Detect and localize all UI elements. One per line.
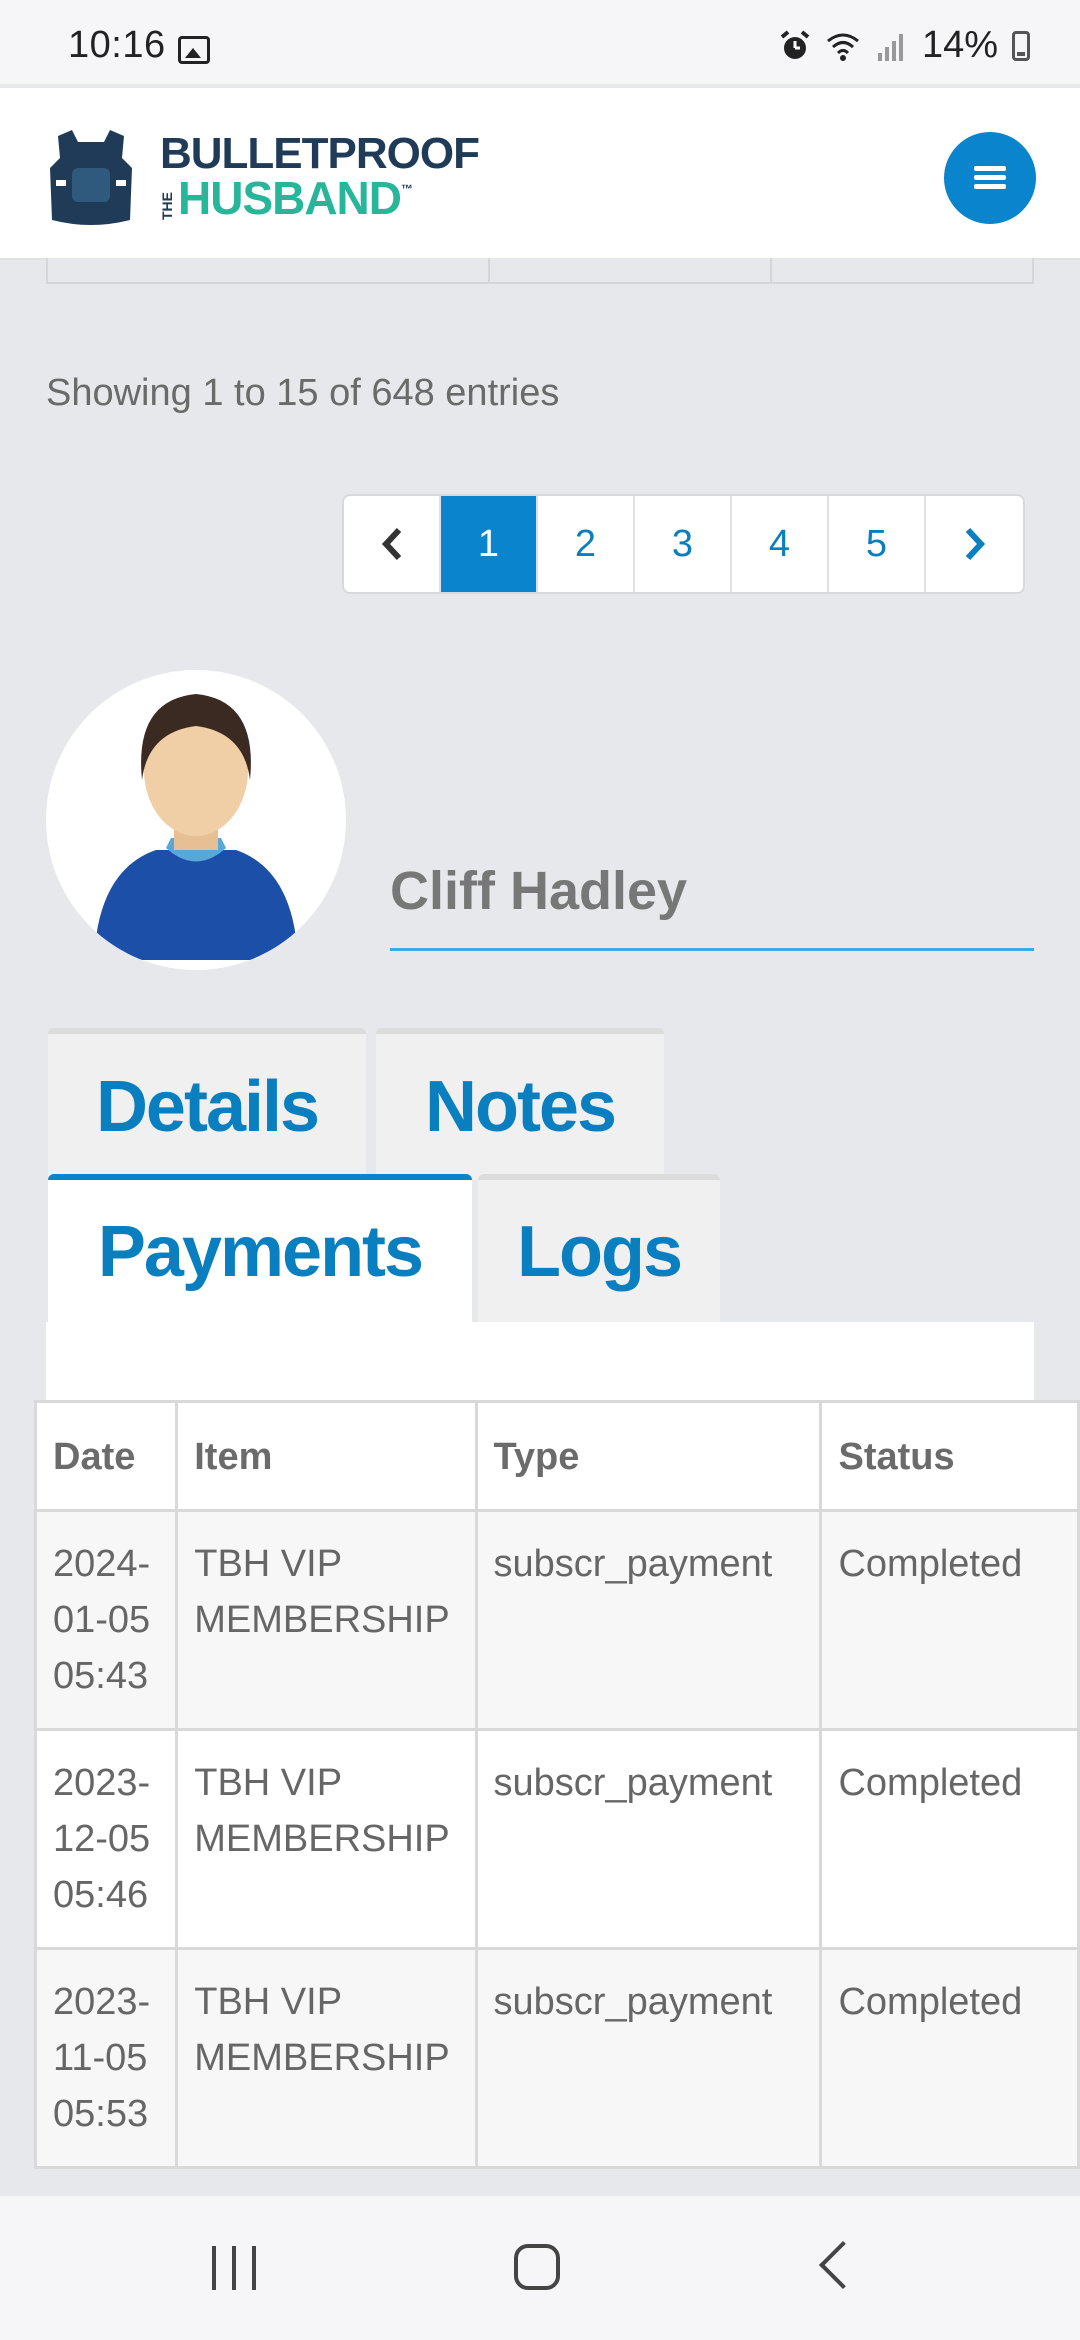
page-button-2[interactable]: 2 — [538, 496, 635, 592]
system-nav-bar — [0, 2196, 1080, 2340]
signal-icon — [877, 33, 903, 61]
status-icons: 14% — [778, 24, 1030, 67]
tab-logs[interactable]: Logs — [478, 1174, 720, 1324]
status-bar: 10:16 14% — [0, 0, 1080, 84]
page-button-5[interactable]: 5 — [829, 496, 926, 592]
cell-date: 2023- 11-05 05:53 — [33, 1947, 179, 2169]
avatar — [46, 670, 346, 970]
battery-percent: 14% — [921, 24, 998, 66]
site-header: BULLETPROOF THE HUSBAND ™ — [0, 88, 1080, 258]
cell-item: TBH VIP MEMBERSHIP — [175, 1509, 478, 1731]
previous-table-bottom-edge — [46, 258, 1034, 284]
payments-table: Date Item Type Status 2024- 01-05 05:43 … — [33, 1400, 1080, 2169]
cell-status: Completed — [819, 1728, 1080, 1950]
next-page-button[interactable] — [926, 496, 1023, 592]
column-header-status[interactable]: Status — [819, 1400, 1080, 1512]
entries-summary: Showing 1 to 15 of 648 entries — [46, 372, 560, 414]
menu-button[interactable] — [944, 132, 1036, 224]
pagination: 1 2 3 4 5 — [342, 494, 1025, 594]
page-button-4[interactable]: 4 — [732, 496, 829, 592]
hamburger-icon — [974, 166, 1006, 190]
gallery-notification-icon — [178, 36, 210, 64]
status-time: 10:16 — [68, 24, 166, 66]
column-header-date[interactable]: Date — [33, 1400, 179, 1512]
cell-type: subscr_payment — [474, 1509, 823, 1731]
tab-panel-top — [46, 1322, 1034, 1402]
logo-trademark: ™ — [401, 182, 413, 196]
name-underline — [390, 948, 1034, 951]
chevron-left-icon — [381, 527, 401, 561]
cell-status: Completed — [819, 1509, 1080, 1731]
cell-item: TBH VIP MEMBERSHIP — [175, 1728, 478, 1950]
cell-status: Completed — [819, 1947, 1080, 2169]
cell-date: 2023- 12-05 05:46 — [33, 1728, 179, 1950]
cell-item: TBH VIP MEMBERSHIP — [175, 1947, 478, 2169]
table-header-row: Date Item Type Status — [33, 1400, 1080, 1512]
table-row: 2023- 11-05 05:53 TBH VIP MEMBERSHIP sub… — [33, 1947, 1080, 2169]
tab-details[interactable]: Details — [48, 1028, 366, 1180]
cell-date: 2024- 01-05 05:43 — [33, 1509, 179, 1731]
user-avatar-icon — [94, 694, 298, 960]
battery-icon — [1012, 30, 1030, 61]
column-header-item[interactable]: Item — [175, 1400, 478, 1512]
home-button[interactable] — [514, 2244, 560, 2290]
site-logo[interactable]: BULLETPROOF THE HUSBAND ™ — [159, 129, 480, 224]
page-button-1[interactable]: 1 — [441, 496, 538, 592]
back-button[interactable] — [818, 2240, 868, 2290]
previous-page-button[interactable] — [344, 496, 441, 592]
tab-payments[interactable]: Payments — [48, 1174, 472, 1324]
table-row: 2024- 01-05 05:43 TBH VIP MEMBERSHIP sub… — [33, 1509, 1080, 1731]
tab-notes[interactable]: Notes — [376, 1028, 664, 1180]
logo-the-text: THE — [159, 192, 175, 220]
vest-logo-icon — [50, 130, 132, 225]
profile-name: Cliff Hadley — [390, 861, 688, 921]
page-button-3[interactable]: 3 — [635, 496, 732, 592]
wifi-icon — [827, 33, 859, 61]
cell-type: subscr_payment — [474, 1947, 823, 2169]
table-row: 2023- 12-05 05:46 TBH VIP MEMBERSHIP sub… — [33, 1728, 1080, 1950]
logo-bottom-text: HUSBAND — [178, 172, 402, 224]
cell-type: subscr_payment — [474, 1728, 823, 1950]
chevron-right-icon — [965, 527, 985, 561]
column-header-type[interactable]: Type — [474, 1400, 823, 1512]
recent-apps-button[interactable] — [212, 2246, 262, 2290]
logo-top-text: BULLETPROOF — [160, 129, 480, 178]
alarm-icon — [780, 29, 810, 59]
